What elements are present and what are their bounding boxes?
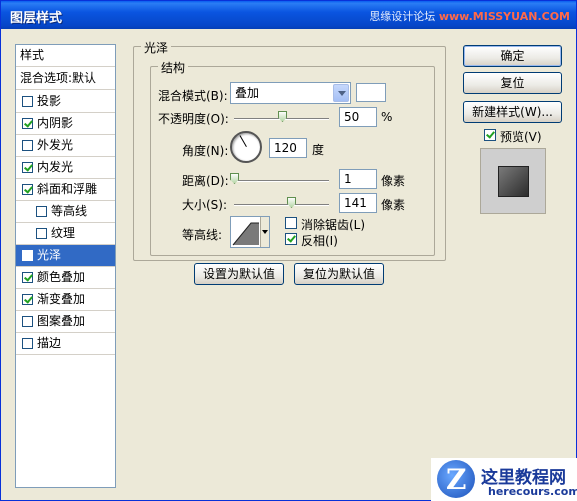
stroke-checkbox[interactable] [22, 338, 33, 349]
style-item-pattern-overlay[interactable]: 图案叠加 [16, 311, 115, 333]
invert-checkbox[interactable] [285, 233, 297, 245]
logo-z-icon [437, 460, 475, 498]
window-title: 图层样式 [10, 11, 63, 26]
outer-glow-checkbox[interactable] [22, 140, 33, 151]
new-style-button[interactable]: 新建样式(W)... [463, 101, 562, 123]
style-item-inner-shadow[interactable]: 内阴影 [16, 113, 115, 135]
size-unit: 像素 [381, 198, 406, 212]
color-overlay-checkbox[interactable] [22, 272, 33, 283]
pattern-overlay-checkbox[interactable] [22, 316, 33, 327]
blend-mode-label: 混合模式(B): [158, 89, 228, 103]
blend-options-item[interactable]: 混合选项:默认 [16, 68, 115, 90]
styles-list: 样式 混合选项:默认 投影 内阴影 外发光 内发光 斜面和浮雕 等高线 纹理 光… [15, 44, 116, 488]
style-item-bevel-emboss[interactable]: 斜面和浮雕 [16, 179, 115, 201]
style-item-drop-shadow[interactable]: 投影 [16, 91, 115, 113]
watermark-site: www.MISSYUAN.COM [438, 10, 570, 23]
distance-input[interactable]: 1 [339, 169, 377, 189]
style-item-gradient-overlay[interactable]: 渐变叠加 [16, 289, 115, 311]
style-item-label: 描边 [37, 336, 62, 350]
style-item-label: 图案叠加 [37, 314, 86, 328]
style-item-stroke[interactable]: 描边 [16, 333, 115, 355]
ok-button[interactable]: 确定 [463, 45, 562, 67]
style-item-label: 投影 [37, 94, 62, 108]
satin-group-title: 光泽 [141, 39, 172, 56]
styles-list-header[interactable]: 样式 [16, 45, 115, 67]
satin-checkbox[interactable] [22, 250, 33, 261]
distance-slider-track[interactable] [234, 180, 329, 182]
site-logo: 这里教程网 herecours.com [431, 458, 577, 501]
contour-picker[interactable] [230, 216, 270, 248]
size-input[interactable]: 141 [339, 193, 377, 213]
style-item-label: 颜色叠加 [37, 270, 86, 284]
bevel-emboss-checkbox[interactable] [22, 184, 33, 195]
contour-dropdown-icon[interactable] [260, 217, 269, 247]
style-item-label: 斜面和浮雕 [37, 182, 98, 196]
angle-unit: 度 [312, 143, 325, 157]
blend-mode-select[interactable]: 叠加 [230, 82, 351, 104]
antialias-label: 消除锯齿(L) [301, 218, 366, 232]
style-item-label: 内阴影 [37, 116, 74, 130]
satin-color-swatch[interactable] [356, 83, 386, 102]
opacity-label: 不透明度(O): [158, 112, 229, 126]
style-item-color-overlay[interactable]: 颜色叠加 [16, 267, 115, 289]
watermark-text: 思缘设计论坛 www.MISSYUAN.COM [369, 10, 570, 23]
style-item-label: 渐变叠加 [37, 292, 86, 306]
inner-glow-checkbox[interactable] [22, 162, 33, 173]
inner-shadow-checkbox[interactable] [22, 118, 33, 129]
style-item-satin[interactable]: 光泽 [16, 245, 115, 267]
antialias-checkbox[interactable] [285, 217, 297, 229]
angle-input[interactable]: 120 [269, 138, 307, 158]
size-label: 大小(S): [182, 198, 228, 212]
distance-label: 距离(D): [182, 174, 229, 188]
style-item-inner-glow[interactable]: 内发光 [16, 157, 115, 179]
opacity-unit: % [381, 110, 393, 124]
texture-checkbox[interactable] [36, 228, 47, 239]
logo-url: herecours.com [488, 485, 577, 498]
reset-button[interactable]: 复位 [463, 72, 562, 94]
size-slider-track[interactable] [234, 204, 329, 206]
style-item-label: 光泽 [37, 248, 62, 262]
reset-default-button[interactable]: 复位为默认值 [294, 263, 384, 285]
drop-shadow-checkbox[interactable] [22, 96, 33, 107]
chevron-down-icon[interactable] [333, 84, 349, 102]
invert-label: 反相(I) [301, 234, 338, 248]
distance-unit: 像素 [381, 174, 406, 188]
style-item-outer-glow[interactable]: 外发光 [16, 135, 115, 157]
preview-checkbox[interactable] [484, 129, 496, 141]
style-preview [480, 148, 546, 214]
contour-checkbox[interactable] [36, 206, 47, 217]
title-bar[interactable]: 图层样式 思缘设计论坛 www.MISSYUAN.COM [1, 1, 576, 29]
contour-curve-icon [232, 222, 259, 246]
style-item-label: 等高线 [51, 204, 88, 218]
angle-needle [239, 135, 247, 147]
structure-group-title: 结构 [158, 59, 189, 76]
style-item-contour[interactable]: 等高线 [16, 201, 115, 223]
style-preview-swatch [498, 166, 529, 197]
opacity-input[interactable]: 50 [339, 107, 377, 127]
angle-label: 角度(N): [182, 144, 229, 158]
set-default-button[interactable]: 设置为默认值 [194, 263, 284, 285]
style-item-label: 外发光 [37, 138, 74, 152]
blend-mode-value: 叠加 [235, 86, 260, 100]
angle-dial[interactable] [230, 131, 262, 163]
style-item-label: 纹理 [51, 226, 76, 240]
gradient-overlay-checkbox[interactable] [22, 294, 33, 305]
layer-style-dialog: 图层样式 思缘设计论坛 www.MISSYUAN.COM 样式 混合选项:默认 … [0, 0, 577, 501]
contour-label: 等高线: [182, 228, 223, 242]
style-item-label: 内发光 [37, 160, 74, 174]
preview-label: 预览(V) [500, 130, 542, 144]
style-item-texture[interactable]: 纹理 [16, 223, 115, 245]
